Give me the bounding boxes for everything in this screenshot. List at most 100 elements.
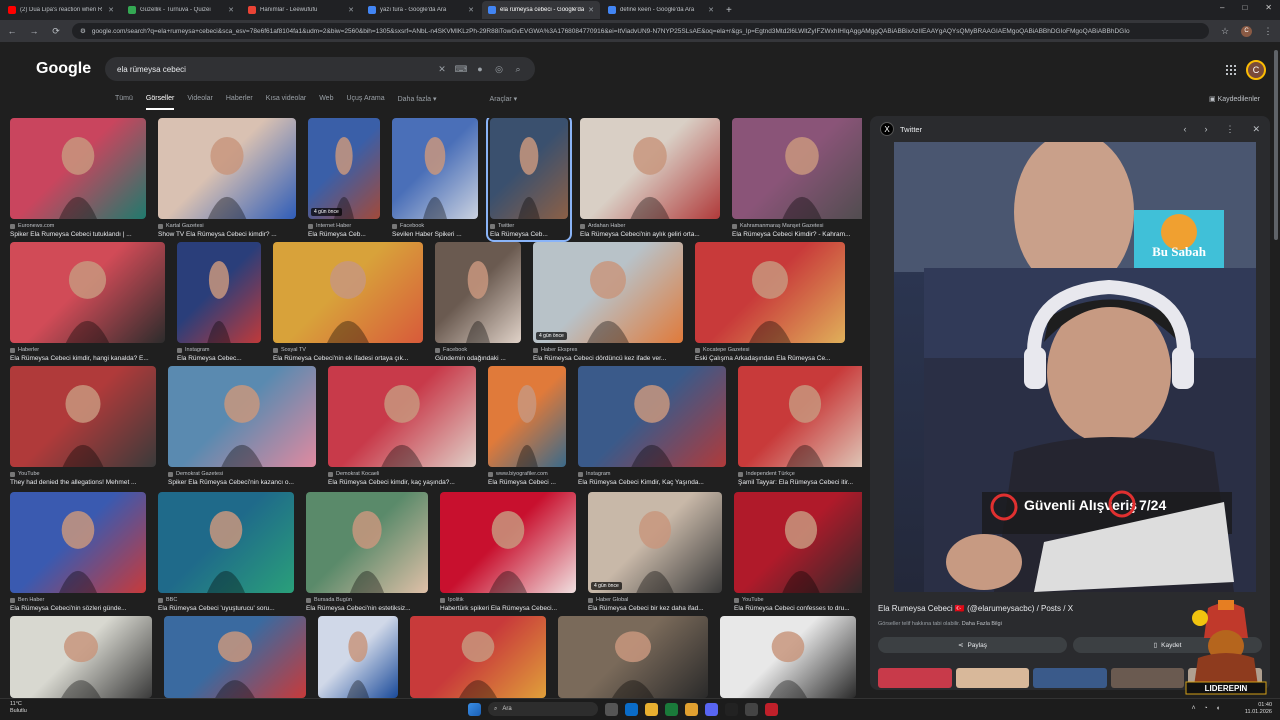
result-source[interactable]: Twitter [490, 223, 568, 229]
result-source[interactable]: İpolitik [440, 597, 576, 603]
image-result[interactable]: Sosyal TV Ela Rümeysa Cebeci'nin ek ifade… [273, 242, 423, 362]
browser-tab[interactable]: Güzellik - Turnuva - Quizei ✕ [122, 1, 240, 19]
image-result[interactable] [318, 616, 398, 698]
result-caption[interactable]: Ela Rümeysa Ceb... [308, 231, 380, 238]
result-thumbnail[interactable]: 4 gün önce [533, 242, 683, 343]
lens-icon[interactable]: ◎ [494, 64, 504, 74]
result-source[interactable]: Haber Global [588, 597, 722, 603]
result-thumbnail[interactable] [488, 366, 566, 467]
result-source[interactable]: Ardahan Haber [580, 223, 720, 229]
result-thumbnail[interactable] [435, 242, 521, 343]
tab-close-icon[interactable]: ✕ [348, 6, 354, 14]
profile-avatar[interactable]: C [1241, 25, 1252, 37]
result-thumbnail[interactable] [168, 366, 316, 467]
result-thumbnail[interactable] [158, 118, 296, 219]
image-result[interactable]: 4 gün önce Haber Global Ela Rümeysa Cebeci… [588, 492, 722, 612]
start-icon[interactable] [468, 702, 481, 716]
result-thumbnail[interactable] [328, 366, 476, 467]
result-thumbnail[interactable] [10, 492, 146, 593]
image-result[interactable]: Ben Haber Ela Rümeysa Cebeci'nin sözleri … [10, 492, 146, 612]
address-bar[interactable]: ⚙ google.com/search?q=ela+rumeysa+cebeci… [72, 23, 1209, 39]
result-thumbnail[interactable] [158, 492, 294, 593]
share-button[interactable]: ⋖ Paylaş [878, 637, 1067, 653]
filter-tab[interactable]: Kısa videolar [266, 95, 306, 110]
related-image[interactable] [1033, 668, 1107, 688]
result-thumbnail[interactable] [734, 492, 862, 593]
result-caption[interactable]: Ela Rümeysa Cebeci ... [488, 479, 566, 486]
result-source[interactable]: Facebook [392, 223, 478, 229]
tab-close-icon[interactable]: ✕ [228, 6, 234, 14]
image-result[interactable]: Haberler Ela Rümeysa Cebeci kimdir, hangi… [10, 242, 165, 362]
result-caption[interactable]: Ela Rümeysa Cebeci bir kez daha ifad... [588, 605, 722, 612]
result-caption[interactable]: Eski Çalışma Arkadaşından Ela Rümeysa Ce… [695, 355, 845, 362]
filter-tab[interactable]: Uçuş Arama [346, 95, 384, 110]
app-icon[interactable] [745, 702, 758, 716]
browser-tab[interactable]: yazı tura - Google'da Ara ✕ [362, 1, 480, 19]
filter-tab[interactable]: Görseller [145, 95, 175, 110]
result-caption[interactable]: Habertürk spikeri Ela Rümeysa Cebeci... [440, 605, 576, 612]
image-result[interactable]: Euronews.com Spiker Ela Rumeysa Cebeci tu… [10, 118, 146, 238]
chevron-up-icon[interactable]: ˄ [1191, 705, 1195, 712]
image-result[interactable]: Kartal Gazetesi Show TV Ela Rümeysa Cebec… [158, 118, 296, 238]
image-result[interactable]: 4 gün önce Haber Ekspres Ela Rümeysa Cebec… [533, 242, 683, 362]
filter-tab[interactable]: Daha fazla ▾ [398, 95, 437, 110]
keyboard-icon[interactable]: ⌨ [455, 64, 468, 74]
result-thumbnail[interactable] [578, 366, 726, 467]
result-thumbnail[interactable] [10, 366, 156, 467]
image-result[interactable]: Facebook Sevilen Haber Spikeri ... [392, 118, 478, 238]
result-caption[interactable]: Ela Rümeysa Cebeci'nin aylık geliri orta… [580, 231, 720, 238]
clear-icon[interactable]: ✕ [437, 64, 447, 74]
chrome-icon[interactable] [685, 702, 698, 716]
result-caption[interactable]: Show TV Ela Rümeysa Cebeci kimdir? ... [158, 231, 296, 238]
filter-tab[interactable]: Haberler [226, 95, 253, 110]
bookmark-star-icon[interactable]: ☆ [1219, 26, 1231, 37]
result-caption[interactable]: Ela Rümeysa Cebeci kimdir, kaç yaşında?.… [328, 479, 476, 486]
result-source[interactable]: Kartal Gazetesi [158, 223, 296, 229]
result-caption[interactable]: Ela Rümeysa Cebeci'nin ek ifadesi ortaya… [273, 355, 423, 362]
record-icon[interactable] [765, 702, 778, 716]
search-icon[interactable]: ⌕ [513, 64, 523, 74]
taskbar-search[interactable]: ⌕ Ara [488, 702, 598, 716]
image-result[interactable] [10, 616, 152, 698]
result-caption[interactable]: Ela Rümeysa Cebeci dördüncü kez ifade ve… [533, 355, 683, 362]
tab-close-icon[interactable]: ✕ [708, 6, 714, 14]
browser-tab[interactable]: define keen - Google'da Ara ✕ [602, 1, 720, 19]
account-avatar[interactable]: C [1246, 60, 1266, 80]
result-caption[interactable]: Sevilen Haber Spikeri ... [392, 231, 478, 238]
result-source[interactable]: Haber Ekspres [533, 347, 683, 353]
image-result[interactable]: BBC Ela Rümeysa Cebeci 'uyuşturucu' soru.… [158, 492, 294, 612]
result-thumbnail[interactable] [558, 616, 708, 698]
image-result[interactable] [558, 616, 708, 698]
related-image[interactable] [878, 668, 952, 688]
tab-close-icon[interactable]: ✕ [108, 6, 114, 14]
more-options-icon[interactable]: ⋮ [1225, 124, 1234, 135]
next-icon[interactable]: › [1204, 124, 1207, 134]
image-result[interactable]: Demokrat Gazetesi Spiker Ela Rümeysa Cebe… [168, 366, 316, 486]
related-image[interactable] [1110, 668, 1185, 688]
tab-close-icon[interactable]: ✕ [468, 6, 474, 14]
result-thumbnail[interactable] [273, 242, 423, 343]
result-source[interactable]: Instagram [177, 347, 261, 353]
image-result[interactable] [410, 616, 546, 698]
new-tab-button[interactable]: + [726, 5, 732, 16]
result-thumbnail[interactable] [392, 118, 478, 219]
result-caption[interactable]: Şamil Tayyar: Ela Rümeysa Cebeci itir... [738, 479, 862, 486]
result-source[interactable]: Haberler [10, 347, 165, 353]
result-thumbnail[interactable] [177, 242, 261, 343]
close-window-button[interactable]: ✕ [1265, 3, 1272, 12]
result-caption[interactable]: Ela Rümeysa Cebeci Kimdir? - Kahram... [732, 231, 862, 238]
preview-site-name[interactable]: Twitter [900, 125, 922, 134]
result-source[interactable]: YouTube [734, 597, 862, 603]
image-result[interactable]: İpolitik Habertürk spikeri Ela Rümeysa Ce… [440, 492, 576, 612]
result-thumbnail[interactable] [10, 242, 165, 343]
result-caption[interactable]: Ela Rümeysa Cebeci Kimdir, Kaç Yaşında..… [578, 479, 726, 486]
result-source[interactable]: YouTube [10, 471, 156, 477]
result-thumbnail[interactable] [318, 616, 398, 698]
filter-tab[interactable]: Web [319, 95, 333, 110]
microphone-icon[interactable]: ● [475, 64, 485, 74]
image-result[interactable]: Demokrat Kocaeli Ela Rümeysa Cebeci kimdi… [328, 366, 476, 486]
result-caption[interactable]: Gündemin odağındaki ... [435, 355, 521, 362]
result-source[interactable]: Facebook [435, 347, 521, 353]
reload-icon[interactable]: ⟳ [50, 26, 62, 37]
image-result[interactable]: YouTube Ela Rümeysa Cebeci confesses to d… [734, 492, 862, 612]
